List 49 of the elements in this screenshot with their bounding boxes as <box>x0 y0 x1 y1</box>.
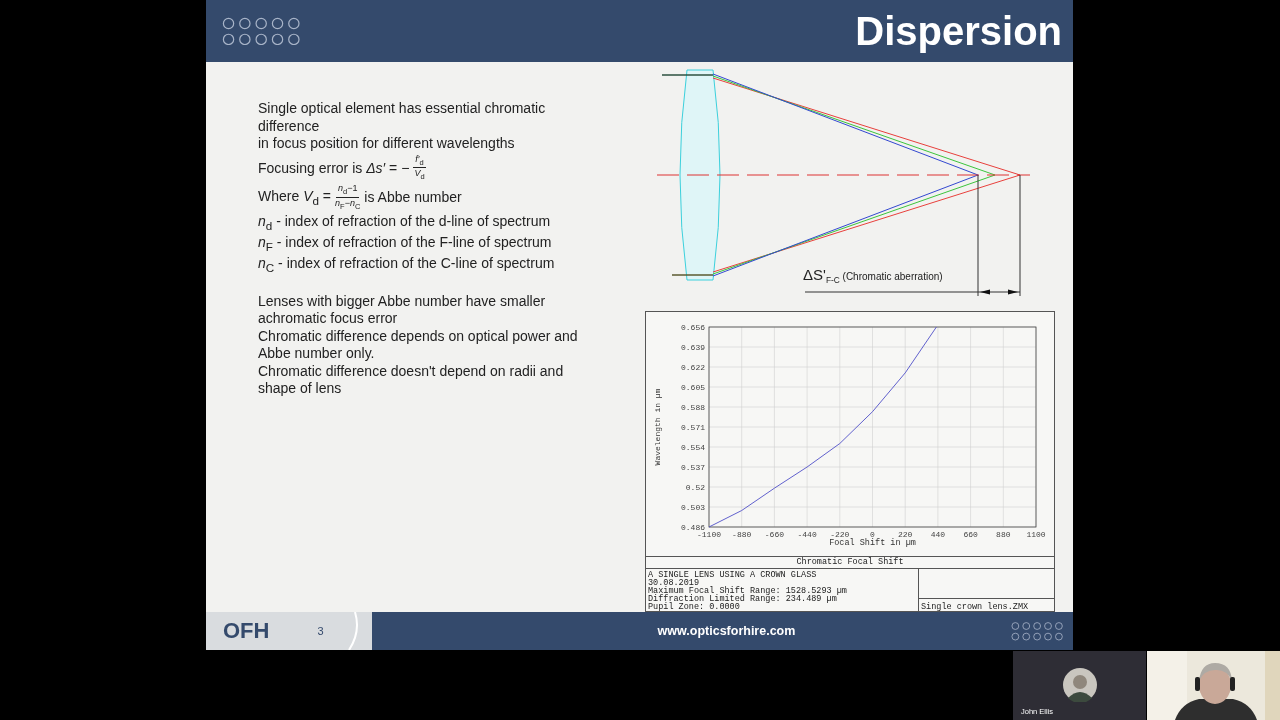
tick-label: 1100 <box>1026 530 1046 539</box>
info-line: A SINGLE LENS USING A CROWN GLASS <box>648 571 818 579</box>
slide-text: in focus position for different wavelengths <box>258 135 516 153</box>
tick-label: 0.605 <box>681 383 705 392</box>
logo: OFH <box>223 618 270 644</box>
info-line: Pupil Zone: 0.0000 <box>648 603 741 611</box>
tick-label: 0.486 <box>681 523 705 532</box>
info-line: 30.08.2019 <box>648 579 699 587</box>
tick-label: 220 <box>898 530 913 539</box>
tick-label: 0.588 <box>681 403 705 412</box>
page-number: 3 <box>317 625 324 637</box>
plot-caption: Chromatic Focal Shift <box>646 556 1054 569</box>
info-line: Diffraction Limited Range: 234.489 µm <box>648 595 837 603</box>
tick-label: 880 <box>996 530 1011 539</box>
tick-label: 0.571 <box>681 423 705 432</box>
fraction: n$_{d}$−1 n$_{F}$−n$_{C}$ <box>335 183 361 212</box>
formula-text: Where V$_{d}$ = <box>258 188 332 207</box>
curve-icon <box>348 612 358 650</box>
tick-label: -440 <box>797 530 817 539</box>
info-line: Maximum Focal Shift Range: 1528.5293 µm <box>648 587 848 595</box>
tick-label: 0.554 <box>681 443 705 452</box>
tick-label: -220 <box>830 530 850 539</box>
slide-text: n$_{d}$ - index of refraction of the d-line of spectrum <box>258 212 552 234</box>
tick-label: -660 <box>764 530 784 539</box>
axis-title: Focal Shift in µm <box>829 538 916 548</box>
tick-label: -880 <box>732 530 752 539</box>
tick-label: 0.503 <box>681 503 705 512</box>
tick-label: 0.622 <box>681 363 705 372</box>
website-url: www.opticsforhire.com <box>656 624 797 638</box>
formula-text: Focusing error is Δs′ = − <box>258 159 410 176</box>
avatar-icon <box>1063 668 1097 702</box>
slide-text: Chromatic difference depends on optical power and Abbe number only. <box>258 327 579 363</box>
slide-text: Lenses with bigger Abbe number have smaller achromatic focus error <box>258 292 547 328</box>
slide-text: n$_{F}$ - index of refraction of the F-line of spectrum <box>258 234 553 255</box>
tick-label: -1100 <box>697 530 721 539</box>
tick-label: 0.639 <box>681 343 705 352</box>
formula-text: is Abbe number <box>364 189 462 206</box>
tick-label: 0.656 <box>681 323 705 332</box>
tick-label: 0.537 <box>681 463 705 472</box>
axis-title: Wavelength in µm <box>653 388 662 466</box>
fraction: f′$_{d}$ V$_{d}$ <box>413 153 426 183</box>
slide-text: Chromatic difference doesn't depend on radii and shape of lens <box>258 362 565 398</box>
tick-label: 0.52 <box>685 483 705 492</box>
tick-label: 440 <box>930 530 946 539</box>
tick-label: 0 <box>870 530 875 539</box>
aberration-label: ΔS'$_{F-C}$ (Chromatic aberration) <box>803 266 943 285</box>
tick-label: 660 <box>963 530 978 539</box>
slide-title: Dispersion <box>855 8 1062 54</box>
slide-text: n$_{C}$ - index of refraction of the C-line of spectrum <box>258 255 556 277</box>
